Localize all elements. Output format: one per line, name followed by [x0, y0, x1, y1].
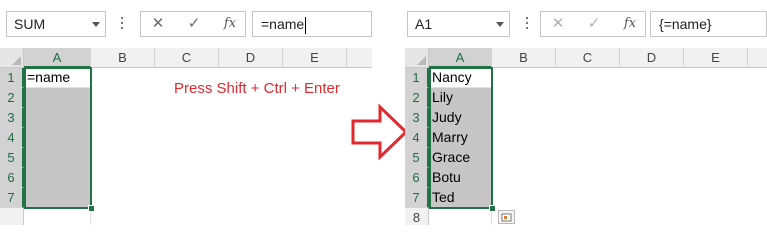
name-box[interactable]: A1	[407, 11, 510, 37]
enter-icon[interactable]: ✓	[579, 12, 609, 36]
formula-buttons: ✕ ✓ fx	[140, 11, 246, 37]
cell-a5[interactable]: Grace	[429, 148, 492, 168]
cell-a2[interactable]: Lily	[429, 88, 492, 108]
row-header-4[interactable]: 4	[405, 128, 429, 148]
row-header-1[interactable]: 1	[405, 68, 429, 88]
cell-a4[interactable]	[24, 128, 91, 148]
row-header-1[interactable]: 1	[0, 68, 24, 88]
fill-handle[interactable]	[489, 205, 496, 212]
column-header-f[interactable]	[347, 48, 372, 68]
cell-a8[interactable]	[24, 208, 91, 225]
row-header-7[interactable]: 7	[405, 188, 429, 208]
cancel-icon[interactable]: ✕	[543, 12, 573, 36]
quick-analysis-glyph	[501, 213, 512, 222]
row-header-2[interactable]: 2	[0, 88, 24, 108]
right-arrow-icon	[351, 104, 409, 160]
column-header-e[interactable]: E	[684, 48, 748, 68]
instruction-text: Press Shift + Ctrl + Enter	[174, 80, 340, 97]
resize-handle-icon[interactable]	[526, 17, 529, 33]
row-header-5[interactable]: 5	[405, 148, 429, 168]
cell-a6[interactable]	[24, 168, 91, 188]
insert-function-icon[interactable]: fx	[615, 12, 645, 36]
formula-input[interactable]: =name	[252, 11, 372, 37]
formula-buttons: ✕ ✓ fx	[540, 11, 646, 37]
formula-bar: A1 ✕ ✓ fx {=name}	[405, 0, 767, 48]
formula-input[interactable]: {=name}	[650, 11, 767, 37]
row-header-8[interactable]: 8	[405, 208, 429, 225]
name-box-value: SUM	[14, 16, 46, 32]
cell-a7[interactable]	[24, 188, 91, 208]
worksheet-grid: A B C D E 1 2 3 4 5 6 7 =name	[0, 48, 372, 225]
name-box-value: A1	[415, 16, 433, 32]
resize-handle-icon[interactable]	[121, 17, 124, 33]
column-header-a[interactable]: A	[24, 48, 91, 68]
cell-a4[interactable]: Marry	[429, 128, 492, 148]
cell-a2[interactable]	[24, 88, 91, 108]
column-header-a[interactable]: A	[429, 48, 492, 68]
row-header-5[interactable]: 5	[0, 148, 24, 168]
column-header-b[interactable]: B	[91, 48, 155, 68]
cell-a3[interactable]	[24, 108, 91, 128]
formula-bar: SUM ✕ ✓ fx =name	[0, 0, 372, 48]
insert-function-icon[interactable]: fx	[215, 12, 245, 36]
row-header-2[interactable]: 2	[405, 88, 429, 108]
cancel-icon[interactable]: ✕	[143, 12, 173, 36]
select-all-button[interactable]	[0, 48, 24, 68]
column-header-e[interactable]: E	[283, 48, 347, 68]
formula-text: =name	[261, 16, 305, 32]
column-header-f[interactable]	[748, 48, 767, 68]
cell-a6[interactable]: Botu	[429, 168, 492, 188]
right-spreadsheet-panel: A1 ✕ ✓ fx {=name} A B C D E 1 2 3 4 5 6 …	[405, 0, 767, 225]
worksheet-grid: A B C D E 1 2 3 4 5 6 7 8 Nancy Lily Jud…	[405, 48, 767, 225]
left-spreadsheet-panel: SUM ✕ ✓ fx =name A B C D E 1 2 3 4 5 6 7…	[0, 0, 372, 225]
cell-a7[interactable]: Ted	[429, 188, 492, 208]
column-header-b[interactable]: B	[492, 48, 556, 68]
chevron-down-icon[interactable]	[496, 22, 504, 27]
text-cursor	[305, 16, 307, 34]
row-header-8[interactable]	[0, 208, 24, 225]
enter-icon[interactable]: ✓	[179, 12, 209, 36]
quick-analysis-icon[interactable]	[498, 210, 515, 224]
row-header-3[interactable]: 3	[405, 108, 429, 128]
chevron-down-icon[interactable]	[92, 22, 100, 27]
row-header-3[interactable]: 3	[0, 108, 24, 128]
column-header-c[interactable]: C	[556, 48, 620, 68]
column-header-d[interactable]: D	[219, 48, 283, 68]
cell-a1[interactable]: =name	[24, 68, 91, 88]
cell-a3[interactable]: Judy	[429, 108, 492, 128]
row-header-4[interactable]: 4	[0, 128, 24, 148]
column-header-c[interactable]: C	[155, 48, 219, 68]
name-box[interactable]: SUM	[6, 11, 106, 37]
select-all-button[interactable]	[405, 48, 429, 68]
fill-handle[interactable]	[88, 205, 95, 212]
row-header-6[interactable]: 6	[405, 168, 429, 188]
cell-a1[interactable]: Nancy	[429, 68, 492, 88]
cell-a8[interactable]	[429, 208, 492, 225]
row-header-7[interactable]: 7	[0, 188, 24, 208]
column-header-d[interactable]: D	[620, 48, 684, 68]
row-header-6[interactable]: 6	[0, 168, 24, 188]
cell-a5[interactable]	[24, 148, 91, 168]
formula-text: {=name}	[659, 16, 712, 32]
